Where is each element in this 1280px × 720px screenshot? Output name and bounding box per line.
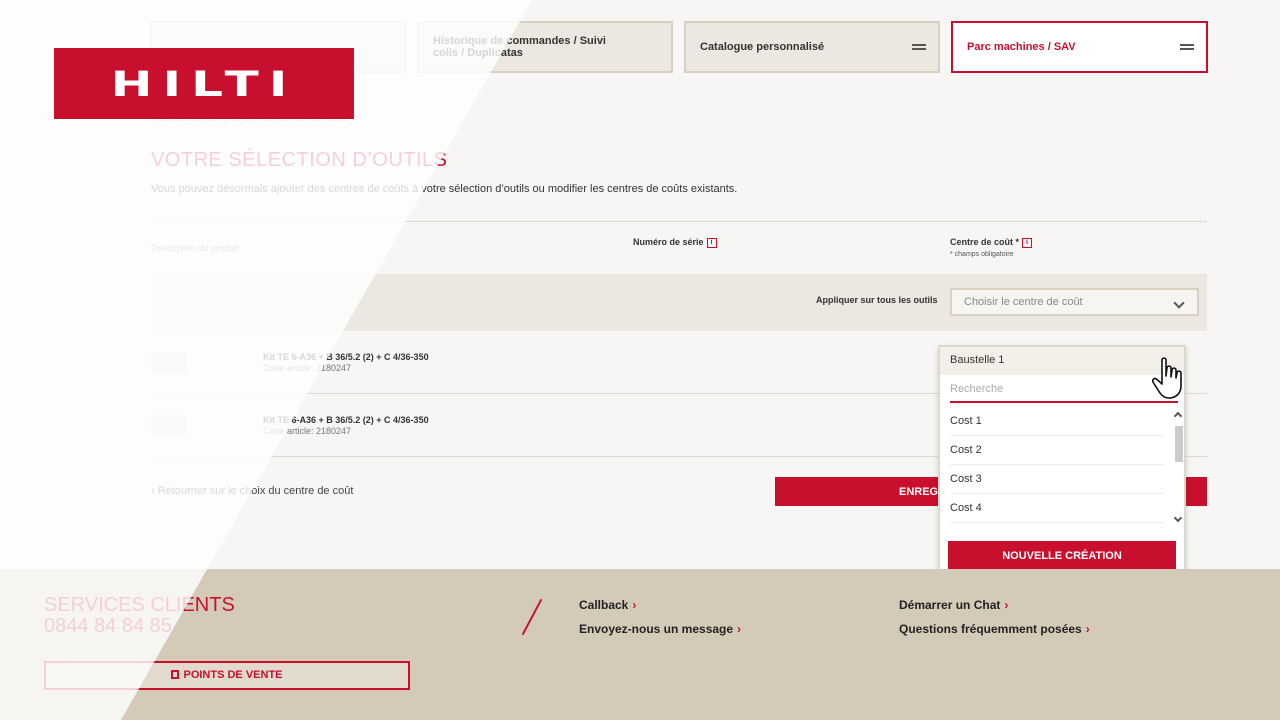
dropdown-options-list: Cost 1 Cost 2 Cost 3 Cost 4 bbox=[940, 407, 1184, 532]
chevron-right-icon: › bbox=[1004, 598, 1009, 612]
back-link-label: Retourner sur le choix du centre de coût bbox=[157, 485, 354, 497]
chat-link-label: Démarrer un Chat bbox=[899, 598, 1001, 612]
back-to-cost-center-link[interactable]: ‹ Retourner sur le choix du centre de co… bbox=[151, 485, 353, 497]
tab-order-history[interactable]: Historique de commandes / Suivi colis / … bbox=[417, 21, 673, 73]
chevron-up-icon[interactable] bbox=[1173, 411, 1183, 421]
faq-link[interactable]: Questions fréquemment posées › bbox=[899, 622, 1090, 636]
message-link[interactable]: Envoyez-nous un message › bbox=[579, 622, 741, 636]
apply-all-select-placeholder: Choisir le centre de coût bbox=[964, 296, 1083, 308]
info-icon[interactable]: i bbox=[706, 237, 717, 248]
hilti-logo: HILTI bbox=[54, 48, 354, 119]
menu-icon bbox=[1180, 44, 1194, 50]
chevron-down-icon bbox=[1173, 297, 1185, 309]
required-fields-note: * champs obligatoire bbox=[950, 251, 1014, 258]
message-link-label: Envoyez-nous un message bbox=[579, 622, 734, 636]
tab-fleet-service[interactable]: Parc machines / SAV bbox=[951, 21, 1208, 73]
customer-services-title: SERVICES CLIENTS bbox=[44, 594, 235, 616]
dropdown-option[interactable]: Cost 2 bbox=[950, 436, 1164, 465]
store-icon bbox=[171, 670, 180, 679]
dropdown-option[interactable]: Cost 1 bbox=[950, 407, 1164, 436]
callback-link[interactable]: Callback › bbox=[579, 598, 636, 612]
points-of-sale-label: POINTS DE VENTE bbox=[183, 669, 283, 681]
faq-link-label: Questions fréquemment posées bbox=[899, 622, 1082, 636]
product-name: Kit TE 6-A36 + B 36/5.2 (2) + C 4/36-350 bbox=[263, 352, 429, 362]
product-name: Kit TE 6-A36 + B 36/5.2 (2) + C 4/36-350 bbox=[263, 415, 429, 425]
column-header-serial: Numéro de série i bbox=[633, 237, 717, 248]
chat-link[interactable]: Démarrer un Chat › bbox=[899, 598, 1008, 612]
product-thumbnail bbox=[151, 352, 187, 374]
points-of-sale-button[interactable]: POINTS DE VENTE bbox=[44, 661, 410, 690]
tab-catalogue-label: Catalogue personnalisé bbox=[700, 41, 825, 53]
apply-all-cost-center-select[interactable]: Choisir le centre de coût bbox=[950, 288, 1199, 316]
chevron-right-icon: › bbox=[632, 598, 637, 612]
chevron-down-icon[interactable] bbox=[1173, 513, 1183, 523]
tab-catalogue[interactable]: Catalogue personnalisé bbox=[684, 21, 940, 73]
menu-icon bbox=[912, 44, 926, 50]
dropdown-selected-value[interactable]: Baustelle 1 bbox=[940, 347, 1184, 375]
customer-services-phone[interactable]: 0844 84 84 85 bbox=[44, 615, 172, 638]
cost-center-dropdown: Baustelle 1 Recherche Cost 1 Cost 2 Cost… bbox=[938, 345, 1186, 578]
info-icon[interactable]: i bbox=[1022, 237, 1033, 248]
apply-all-label: Appliquer sur tous les outils bbox=[816, 295, 938, 305]
chevron-right-icon: › bbox=[1085, 622, 1090, 636]
product-thumbnail bbox=[151, 415, 187, 437]
new-cost-center-button[interactable]: NOUVELLE CRÉATION bbox=[948, 541, 1176, 571]
hand-pointer-icon bbox=[1152, 357, 1182, 399]
column-header-cost-center: Centre de coût * i bbox=[950, 237, 1033, 248]
dropdown-option[interactable]: Cost 3 bbox=[950, 465, 1164, 494]
column-header-serial-label: Numéro de série bbox=[633, 237, 704, 247]
divider bbox=[151, 221, 1207, 222]
column-header-description: Description du produit bbox=[151, 243, 239, 253]
scrollbar-thumb[interactable] bbox=[1175, 426, 1183, 462]
dropdown-search-input[interactable]: Recherche bbox=[950, 377, 1178, 403]
logo-text: HILTI bbox=[110, 63, 298, 104]
page-description: Vous pouvez désormais ajouter des centre… bbox=[151, 183, 738, 195]
column-header-cost-center-label: Centre de coût * bbox=[950, 237, 1020, 247]
tab-fleet-service-label: Parc machines / SAV bbox=[967, 41, 1076, 53]
dropdown-option[interactable]: Cost 4 bbox=[950, 494, 1164, 523]
product-code: Code article: 2180247 bbox=[263, 363, 352, 373]
product-code: Code article: 2180247 bbox=[263, 426, 352, 436]
page-title: VOTRE SÉLECTION D’OUTILS bbox=[151, 149, 448, 171]
dropdown-scrollbar[interactable] bbox=[1173, 409, 1184, 529]
chevron-right-icon: › bbox=[737, 622, 742, 636]
tab-order-history-label: Historique de commandes / Suivi colis / … bbox=[433, 35, 606, 59]
footer bbox=[0, 569, 1280, 720]
callback-link-label: Callback bbox=[579, 598, 629, 612]
